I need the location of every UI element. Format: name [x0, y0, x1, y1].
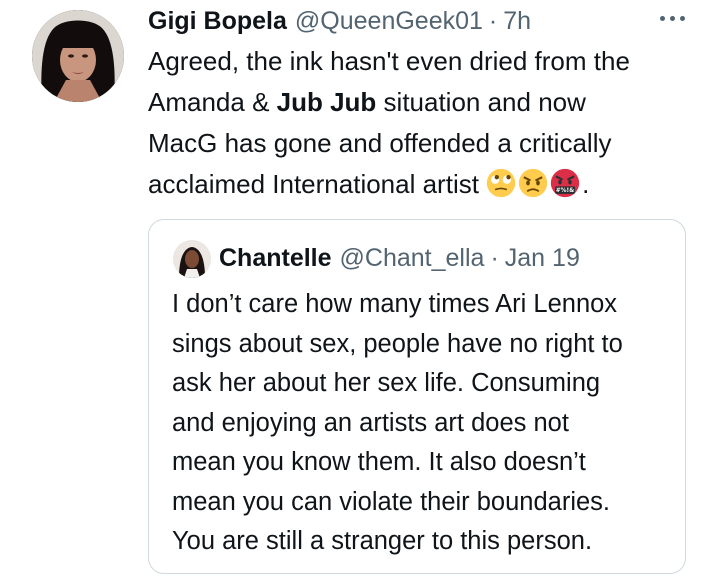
- quoted-text: I don’t care how many times Ari Lennox s…: [172, 285, 677, 562]
- face-with-symbols-on-mouth-icon: #%!&: [551, 168, 580, 198]
- tweet-line: Amanda & Jub Jub situation and now: [148, 87, 586, 117]
- quoted-author-name[interactable]: Chantelle: [219, 244, 332, 273]
- timestamp[interactable]: 7h: [503, 7, 531, 36]
- quoted-line: sings about sex, people have no right to: [172, 329, 623, 358]
- quoted-line: and enjoying an artists art does not: [172, 408, 569, 437]
- face-with-rolling-eyes-icon: [487, 168, 516, 198]
- quoted-line: mean you know them. It also doesn’t: [172, 448, 586, 476]
- avatar-photo: [32, 10, 124, 102]
- quoted-avatar-photo: [173, 240, 211, 278]
- separator: ·: [488, 6, 498, 35]
- svg-text:#%!&: #%!&: [556, 188, 574, 194]
- quoted-line: ask her about her sex life. Consuming: [172, 369, 601, 397]
- author-name[interactable]: Gigi Bopela: [148, 7, 287, 36]
- quoted-timestamp[interactable]: Jan 19: [505, 244, 580, 273]
- tweet-header: Gigi Bopela @QueenGeek01 · 7h: [148, 4, 531, 38]
- trailing-text: .: [582, 169, 590, 199]
- quoted-author-handle[interactable]: @Chant_ella: [340, 244, 485, 273]
- quoted-avatar[interactable]: [173, 240, 211, 278]
- tweet-line: acclaimed International artist #%!& .: [148, 168, 590, 199]
- tweet-line: MacG has gone and offended a critically: [148, 128, 612, 158]
- quoted-tweet[interactable]: Chantelle @Chant_ella · Jan 19 I don’t c…: [148, 219, 686, 574]
- tweet-text: Agreed, the ink hasn't even dried from t…: [148, 41, 708, 205]
- quoted-header: Chantelle @Chant_ella · Jan 19: [219, 244, 580, 273]
- tweet[interactable]: Gigi Bopela @QueenGeek01 · 7h Agreed, th…: [0, 0, 720, 583]
- avatar[interactable]: [32, 10, 124, 102]
- author-handle[interactable]: @QueenGeek01: [295, 7, 483, 36]
- quoted-line: mean you can violate their boundaries.: [172, 487, 611, 516]
- quoted-separator: ·: [490, 244, 499, 272]
- quoted-line: You are still a stranger to this person.: [172, 527, 593, 555]
- more-options-icon[interactable]: [652, 6, 692, 30]
- angry-face-icon: [519, 168, 548, 198]
- tweet-line: Agreed, the ink hasn't even dried from t…: [148, 46, 630, 76]
- quoted-line: I don’t care how many times Ari Lennox: [172, 290, 618, 318]
